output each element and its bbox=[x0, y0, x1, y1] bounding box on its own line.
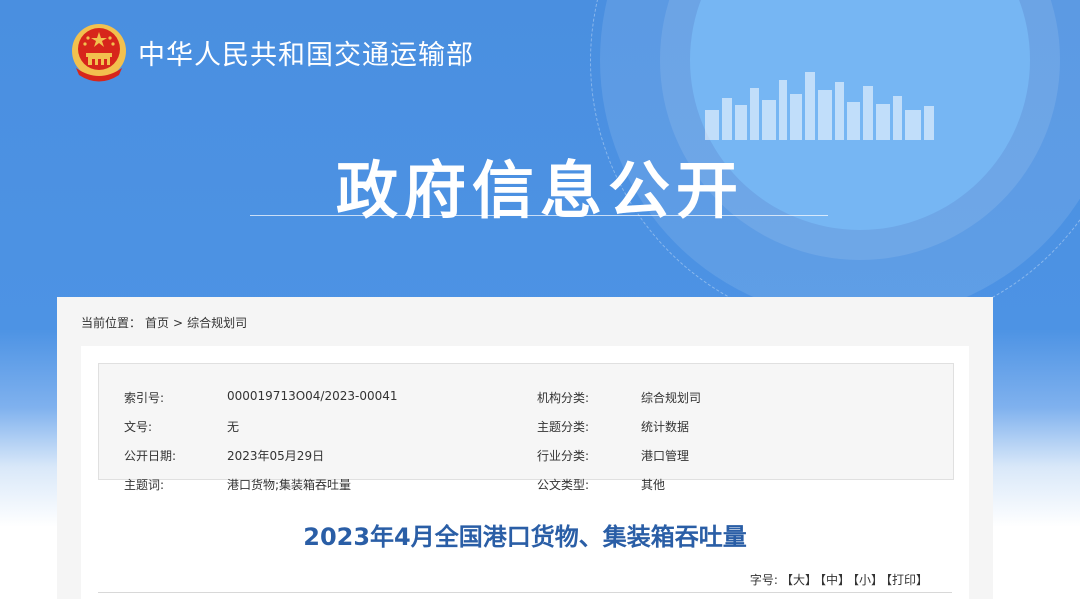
breadcrumb-home-link[interactable]: 首页 bbox=[145, 316, 169, 330]
article-title: 2023年4月全国港口货物、集装箱吞吐量 bbox=[303, 523, 747, 551]
print-button[interactable]: 【打印】 bbox=[886, 573, 928, 587]
city-skyline-decoration bbox=[705, 72, 934, 140]
breadcrumb-label: 当前位置： bbox=[81, 316, 142, 330]
font-small-button[interactable]: 【小】 bbox=[853, 573, 883, 587]
font-size-label: 字号: bbox=[749, 573, 778, 587]
title-underline bbox=[250, 215, 828, 216]
metadata-value: 统计数据 bbox=[641, 420, 690, 434]
section-title: 政府信息公开 bbox=[335, 154, 744, 227]
metadata-key: 公开日期: bbox=[124, 449, 177, 463]
metadata-value: 港口货物;集装箱吞吐量 bbox=[227, 478, 352, 492]
national-emblem-icon bbox=[72, 24, 126, 82]
metadata-key: 主题词: bbox=[124, 478, 165, 492]
article-content: 索引号: 000019713O04/2023-00041 机构分类: 综合规划司… bbox=[81, 346, 969, 599]
metadata-row: 公开日期: 2023年05月29日 行业分类: 港口管理 bbox=[99, 447, 953, 467]
breadcrumb: 当前位置： 首页 > 综合规划司 bbox=[81, 314, 251, 331]
metadata-value: 其他 bbox=[641, 478, 666, 492]
font-medium-button[interactable]: 【中】 bbox=[820, 573, 850, 587]
metadata-key: 文号: bbox=[124, 420, 153, 434]
metadata-key: 行业分类: bbox=[537, 449, 590, 463]
document-metadata-table: 索引号: 000019713O04/2023-00041 机构分类: 综合规划司… bbox=[98, 363, 954, 492]
metadata-value: 2023年05月29日 bbox=[227, 449, 325, 463]
metadata-key: 机构分类: bbox=[537, 391, 590, 405]
metadata-value: 000019713O04/2023-00041 bbox=[227, 389, 398, 403]
breadcrumb-current-link[interactable]: 综合规划司 bbox=[187, 316, 247, 330]
metadata-row: 主题词: 港口货物;集装箱吞吐量 公文类型: 其他 bbox=[99, 476, 953, 496]
main-panel: 当前位置： 首页 > 综合规划司 索引号: 000019713O04/2023-000… bbox=[57, 297, 993, 599]
metadata-value: 无 bbox=[227, 420, 240, 434]
ministry-name[interactable]: 中华人民共和国交通运输部 bbox=[138, 33, 474, 72]
metadata-value: 港口管理 bbox=[641, 449, 690, 463]
metadata-key: 索引号: bbox=[124, 391, 165, 405]
metadata-value: 综合规划司 bbox=[641, 391, 702, 405]
metadata-row: 索引号: 000019713O04/2023-00041 机构分类: 综合规划司 bbox=[99, 389, 953, 409]
font-size-controls: 字号: 【大】 【中】 【小】 【打印】 bbox=[750, 571, 928, 588]
metadata-key: 主题分类: bbox=[537, 420, 590, 434]
metadata-key: 公文类型: bbox=[537, 478, 590, 492]
metadata-row: 文号: 无 主题分类: 统计数据 bbox=[99, 418, 953, 438]
font-large-button[interactable]: 【大】 bbox=[781, 573, 817, 587]
content-divider bbox=[98, 592, 952, 593]
breadcrumb-separator: > bbox=[173, 316, 184, 330]
